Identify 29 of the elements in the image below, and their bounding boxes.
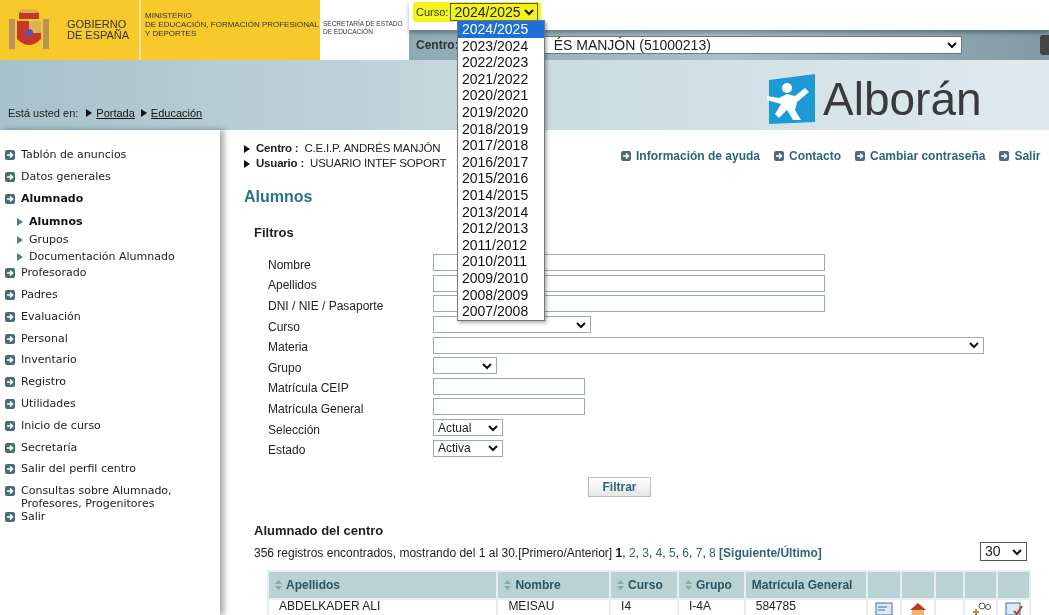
course-label: Curso:	[416, 4, 449, 20]
centro-label: Centro:	[416, 37, 459, 54]
government-name: GOBIERNO DE ESPAÑA	[67, 19, 131, 41]
field-label: Materia	[267, 339, 309, 357]
session-label: Centro :	[256, 141, 299, 156]
page-title: Alumnos	[244, 187, 313, 207]
field-label: Estado	[267, 442, 307, 460]
session-value: USUARIO INTEF SOPORT	[310, 156, 447, 171]
filters-title: Filtros	[254, 224, 294, 242]
ministry-name: MINISTERIO DE EDUCACIÓN, FORMACIÓN PROFESIONAL Y DEPORTES	[145, 10, 319, 40]
breadcrumb-label: Está usted en:	[8, 105, 79, 121]
field-label: Selección	[267, 421, 322, 439]
session-label: Usuario :	[256, 156, 305, 171]
pagination-text: 356 registros encontrados, mostrando del 1 al 30.[Primero/Anterior] 1, 2, 3, 4, 5, 6, 7, 8 [Siguiente/Último]	[254, 544, 822, 562]
field-label: Apellidos	[267, 277, 318, 295]
app-logo-text: Alborán	[823, 76, 982, 122]
field-label: Curso	[267, 318, 301, 336]
table-cell: 584785	[745, 600, 867, 615]
table-cell: ABDELKADER ALI	[269, 600, 497, 615]
table-cell: MEISAU	[498, 600, 610, 615]
field-label: Matrícula CEIP	[267, 380, 350, 398]
field-label: Matrícula General	[267, 400, 365, 418]
field-label: Grupo	[267, 359, 303, 377]
session-value: C.E.I.P. ANDRÉS MANJÓN	[304, 141, 441, 156]
results-title: Alumnado del centro	[254, 522, 384, 540]
table-cell: I4	[611, 600, 677, 615]
field-label: DNI / NIE / Pasaporte	[267, 298, 385, 315]
table-cell: I-4A	[678, 600, 744, 615]
field-label: Nombre	[267, 256, 312, 274]
